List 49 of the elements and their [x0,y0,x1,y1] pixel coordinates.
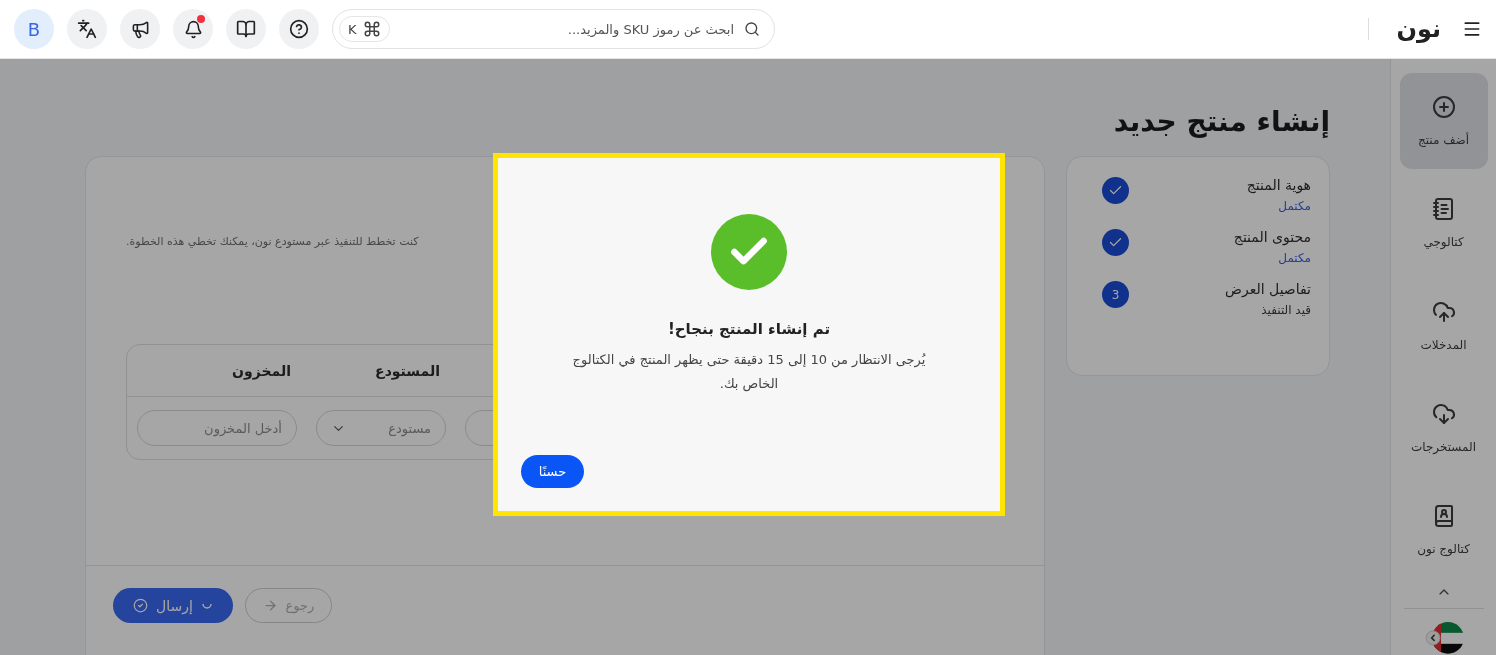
megaphone-button[interactable] [120,9,160,49]
open-book-icon [236,19,256,39]
submit-button[interactable]: إرسال [113,588,233,623]
column-header: المخزون [231,362,292,379]
sidebar-label: كتالوجي [1423,235,1464,250]
arrow-icon [262,598,278,613]
avatar[interactable]: B [14,9,54,49]
menu-icon[interactable] [1462,19,1482,39]
step-number: 3 [1102,281,1129,308]
step-title: محتوى المنتج [1233,229,1311,245]
sidebar-label: أضف منتج [1417,133,1470,148]
logo[interactable]: نون [1396,15,1441,43]
step-status: مكتمل [1277,199,1311,213]
flag-icon[interactable] [1423,621,1464,655]
page-title: إنشاء منتج جديد [1112,105,1330,138]
plus-circle-icon [1431,95,1456,120]
sidebar-label: كتالوج نون [1417,542,1470,557]
notebook-icon [1431,197,1456,222]
cloud-download-icon [1431,402,1456,426]
sidebar-item[interactable]: المدخلات [1399,277,1488,374]
ok-button[interactable]: حسنًا [521,455,584,488]
check-circle-icon [133,598,149,613]
megaphone-icon [130,19,150,39]
dialog-title: تم إنشاء المنتج بنجاح! [667,320,831,338]
step-title: هوية المنتج [1246,177,1311,193]
search-icon [744,21,760,37]
spinner-icon [200,602,213,609]
sidebar-item[interactable]: المستخرجات [1399,379,1488,477]
translate-button[interactable] [67,9,107,49]
step-status: مكتمل [1277,251,1311,265]
column-header: المستودع [374,362,441,379]
sidebar-label: المدخلات [1420,337,1467,352]
sidebar-item[interactable]: كتالوج نون [1399,482,1488,579]
notice-text: كنت تخطط للتنفيذ عبر مستودع نون، يمكنك تخطي هذه الخطوة. [125,235,420,248]
command-icon [362,20,381,38]
translate-icon [77,19,97,39]
sidebar-item[interactable]: أضف منتج [1399,73,1488,170]
step-status: قيد التنفيذ [1260,303,1311,317]
sidebar-item[interactable]: كتالوجي [1399,175,1488,272]
help-button[interactable] [279,9,319,49]
book-button[interactable] [226,9,266,49]
bell-icon [183,19,203,39]
step-title: تفاصيل العرض [1225,281,1311,297]
cloud-upload-icon [1431,299,1456,324]
dialog-message: يُرجى الانتظار من 10 إلى 15 دقيقة حتى يظهر المنتج في الكتالوج الخاص بك. [571,351,927,394]
sidebar-label: المستخرجات [1411,440,1476,454]
help-icon [289,19,309,39]
search-input[interactable]: ابحث عن رموز SKU والمزيد... [397,20,736,38]
notification-button[interactable] [173,9,213,49]
